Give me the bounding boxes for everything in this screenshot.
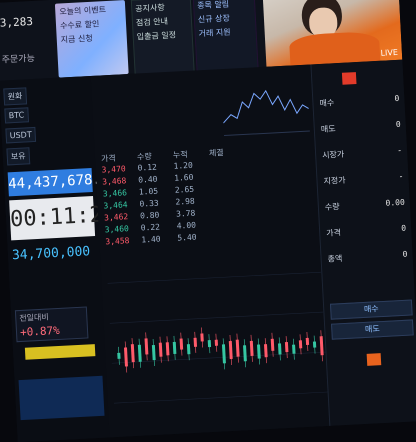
candle-body [207,340,212,348]
order-field-label: 매수 [319,98,335,109]
order-field-label: 총액 [327,254,343,264]
notice-panel[interactable]: 공지사항 점검 안내 입출금 일정 [130,0,195,76]
candle-body [172,341,177,355]
promo-banner[interactable]: 오늘의 이벤트 수수료 할인 지금 신청 [54,0,129,78]
candle-body [165,342,170,356]
current-price: 44,437,678.32 [7,168,118,197]
candle-body [221,344,226,364]
candle-body [186,344,191,355]
candle-body [228,340,233,360]
candle-body [137,344,142,362]
promo-line-2: 수수료 할인 [59,19,100,31]
volume-value: 34,700,000 [11,244,91,264]
clock: 00:11:29 [9,195,117,241]
candle-body [117,352,121,359]
tab-krw[interactable]: 원화 [3,87,27,106]
coin-alert-panel[interactable]: 종목 알림 신규 상장 거래 지원 [192,0,259,73]
candle-body [200,333,204,342]
info-strip [18,375,105,421]
person-shirt [288,30,381,66]
candle-body [151,344,156,361]
coin-alert-title: 종목 알림 [196,0,230,11]
candle-body [214,339,219,346]
tab-btc[interactable]: BTC [4,107,29,124]
mini-price-chart [222,89,310,137]
notice-line-2: 입출금 일정 [136,30,177,42]
order-field-label: 가격 [326,228,342,238]
candle-body [158,342,163,357]
order-field-value[interactable]: 0 [401,224,406,233]
coin-alert-line-1: 신규 상장 [197,13,231,25]
candlestick-chart [107,271,328,404]
change-label: 전일대비 [19,312,49,324]
col-trade: 체결 [208,148,224,158]
candle-body [193,337,198,347]
candle-body [130,344,135,363]
candle-body [249,340,254,356]
candle-body [277,343,282,355]
alert-badge [341,72,357,85]
webcam-video: LIVE [262,0,403,67]
order-field-label: 수량 [324,202,340,212]
sell-button[interactable]: 매도 [331,319,414,340]
candle-body [235,339,240,357]
change-box: 전일대비 +0.87% [14,306,89,343]
tab-usdt[interactable]: USDT [5,126,37,144]
tab-holdings[interactable]: 보유 [6,147,30,166]
order-field-value[interactable]: - [397,146,402,155]
video-live-label: LIVE [380,47,399,58]
buy-button[interactable]: 매수 [329,299,413,320]
highlight-bar [24,344,96,360]
candle-body [312,341,317,348]
warning-badge [366,353,382,366]
candle-body [257,344,261,359]
candle-body [305,337,310,346]
available-amount: 3,283 [0,14,34,30]
candle-body [270,338,275,351]
order-field-label: 매도 [320,124,336,134]
change-value: +0.87% [19,323,61,339]
promo-line-1: 오늘의 이벤트 [59,5,107,17]
order-field-value[interactable]: 0.00 [385,198,405,208]
candle-body [243,345,247,362]
order-field-value[interactable]: 0 [402,250,407,259]
coin-alert-line-2: 거래 지원 [198,27,231,39]
order-field-label: 지정가 [323,175,346,186]
trading-screen: 3,283 주문가능 오늘의 이벤트 수수료 할인 지금 신청 공지사항 점검 … [0,0,416,442]
order-field-label: 시장가 [321,149,345,160]
main-panel: 가격 수량 누적 체결 3,470 0.12 1.20 3,468 0.40 1.60 3,… [90,64,330,438]
promo-line-3: 지금 신청 [60,33,93,45]
candle-body [298,340,303,349]
notice-title: 공지사항 [135,2,165,14]
candle-body [144,338,149,355]
candle-body [123,347,128,367]
candle-body [179,338,184,350]
notice-line-1: 점검 안내 [135,16,169,28]
order-panel: 매수 0 매도 0 시장가 - 지정가 - 수량 0.00 가격 0 총액 0 매수 매도 [310,59,416,426]
order-field-value[interactable]: 0 [396,120,401,129]
order-field-value[interactable]: 0 [394,94,399,103]
candle-body [292,344,296,354]
available-label: 주문가능 [1,53,36,66]
candle-body [284,341,289,353]
order-field-value[interactable]: - [398,172,403,181]
